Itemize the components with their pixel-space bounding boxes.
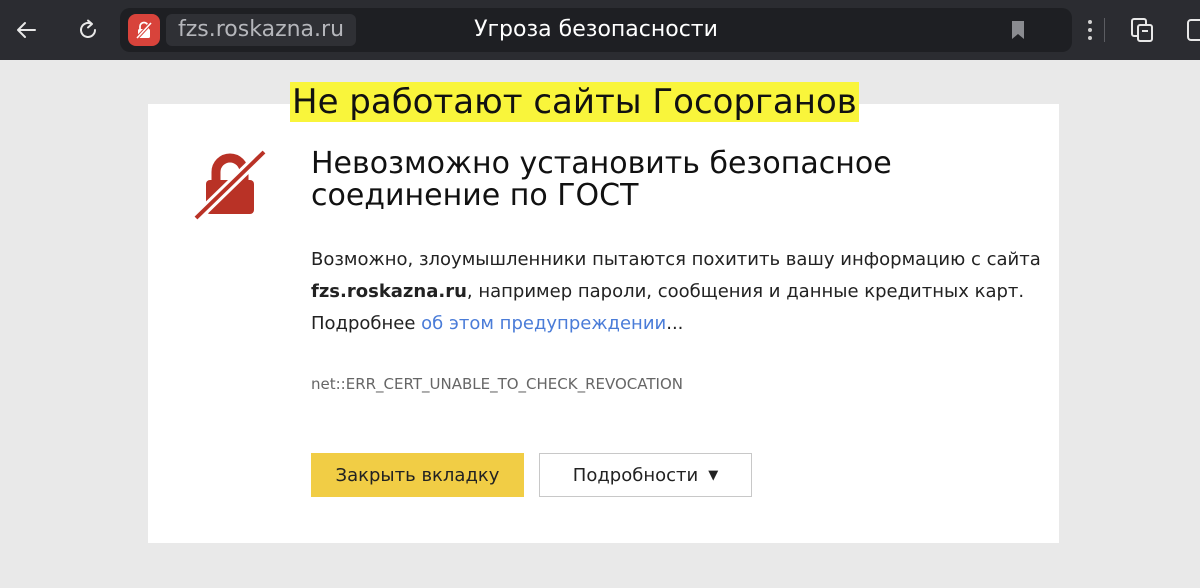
reload-icon (80, 19, 96, 38)
extension-icon (1131, 18, 1153, 42)
error-title: Невозможно установить безопасное соедине… (311, 148, 1011, 212)
close-tab-button[interactable]: Закрыть вкладку (311, 453, 524, 497)
error-code: net::ERR_CERT_UNABLE_TO_CHECK_REVOCATION (311, 375, 683, 393)
security-status-button[interactable] (128, 14, 160, 46)
bookmark-icon (1012, 21, 1024, 39)
desc-domain: fzs.roskazna.ru (311, 281, 467, 302)
more-menu-icon (1088, 20, 1092, 40)
more-menu-button[interactable] (1082, 14, 1098, 46)
broken-lock-icon (192, 148, 268, 224)
extension-button[interactable] (1124, 12, 1160, 48)
address-bar[interactable]: fzs.roskazna.ru Угроза безопасности (120, 8, 1072, 52)
bookmark-button[interactable] (1004, 16, 1032, 44)
reload-button[interactable] (70, 12, 106, 48)
error-description: Возможно, злоумышленники пытаются похити… (311, 244, 1041, 340)
broken-lock-icon (135, 21, 153, 40)
more-suffix: ... (666, 313, 684, 334)
error-title-line: соединение по ГОСТ (311, 178, 639, 213)
details-button[interactable]: Подробности ▼ (539, 453, 752, 497)
toolbar-divider (1104, 18, 1105, 42)
sidebar-icon (1187, 19, 1200, 41)
domain-chip[interactable]: fzs.roskazna.ru (166, 14, 357, 46)
chevron-down-icon: ▼ (708, 467, 719, 483)
details-label: Подробности (572, 464, 699, 486)
headline-banner: Не работают сайты Госорганов (290, 82, 859, 122)
error-title-line: Невозможно установить безопасное (311, 146, 892, 181)
back-arrow-icon (17, 22, 36, 38)
desc-text: Возможно, злоумышленники пытаются похити… (311, 249, 1041, 270)
more-prefix: Подробнее (311, 313, 422, 334)
back-button[interactable] (8, 12, 44, 48)
warning-info-link[interactable]: об этом предупреждении (421, 313, 666, 334)
browser-toolbar: fzs.roskazna.ru Угроза безопасности (0, 0, 1200, 60)
sidebar-toggle-button[interactable] (1184, 12, 1200, 48)
desc-text: , например пароли, сообщения и данные кр… (466, 281, 1025, 302)
